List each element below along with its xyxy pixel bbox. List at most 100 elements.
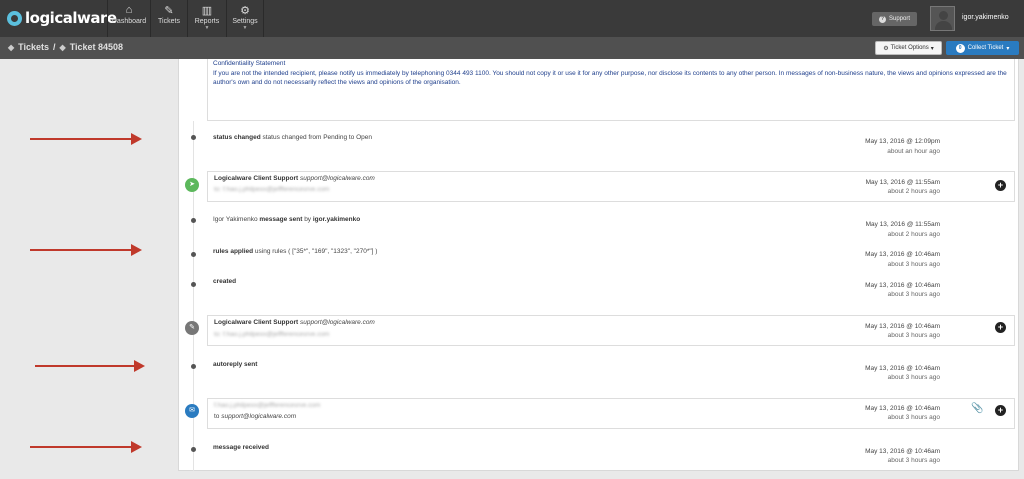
gear-icon: ⚙ xyxy=(883,45,889,52)
event-time: May 13, 2016 @ 12:09pm xyxy=(865,138,940,145)
home-icon: ⌂ xyxy=(125,4,133,16)
nav-divider xyxy=(263,0,264,37)
nav-tickets[interactable]: ✎ Tickets xyxy=(151,0,187,37)
collect-count-badge: 0 xyxy=(955,43,965,53)
event-ago: about 3 hours ago xyxy=(887,457,940,464)
expand-plus-icon[interactable]: + xyxy=(995,180,1006,191)
collect-ticket-label: Collect Ticket xyxy=(967,45,1004,51)
event-action: autoreply sent xyxy=(213,361,258,368)
arrow-annotation xyxy=(30,133,142,145)
chevron-down-icon: ▾ xyxy=(930,45,934,52)
event-time: May 13, 2016 @ 11:55am xyxy=(865,221,940,228)
breadcrumb-bar: ◆ Tickets / ◆ Ticket 84508 xyxy=(0,37,1024,59)
support-button[interactable]: ? Support xyxy=(872,12,917,26)
event-by: by xyxy=(304,216,312,223)
event-action: status changed xyxy=(213,134,261,141)
event-time: May 13, 2016 @ 10:46am xyxy=(865,323,940,330)
timeline-dot xyxy=(191,447,196,452)
email-to: to: f.hao.j.philpexx@jeffferencesrve.com xyxy=(214,331,330,338)
email-body: Confidentiality Statement If you are not… xyxy=(207,59,1015,121)
event-rules-applied: rules applied using rules ( ["35*", "169… xyxy=(213,248,377,255)
ticket-options-label: Ticket Options xyxy=(890,45,929,51)
event-time: May 13, 2016 @ 10:46am xyxy=(865,448,940,455)
event-action: message received xyxy=(213,444,270,451)
nav-dashboard[interactable]: ⌂ Dashboard xyxy=(108,0,150,37)
ticket-options-button[interactable]: ⚙ Ticket Options ▾ xyxy=(875,41,942,55)
email-to: to support@logicalware.com xyxy=(214,413,296,420)
nav-reports[interactable]: ▥ Reports ▼ xyxy=(188,0,226,37)
event-ago: about 3 hours ago xyxy=(887,291,940,298)
breadcrumb-tickets[interactable]: Tickets xyxy=(18,42,49,52)
event-message-sent: Igor Yakimenko message sent by igor.yaki… xyxy=(213,216,360,223)
timeline-dot xyxy=(191,364,196,369)
scroll-gutter xyxy=(1019,59,1024,479)
email-from-address: f.hao.j.philpexx@jeffferencesrve.com xyxy=(214,402,321,409)
event-action: message sent xyxy=(259,216,303,223)
avatar-body xyxy=(935,21,952,30)
collect-ticket-button[interactable]: 0 Collect Ticket ▾ xyxy=(946,41,1019,55)
support-label: Support xyxy=(888,16,910,22)
email-from: Logicalware Client Support support@logic… xyxy=(214,175,375,182)
timeline-line xyxy=(193,121,194,471)
event-created: created xyxy=(213,278,236,285)
event-detail: using rules ( ["35*", "169", "1323", "27… xyxy=(254,248,378,255)
tag-icon: ◆ xyxy=(59,42,66,52)
confidentiality-heading: Confidentiality Statement xyxy=(213,60,286,67)
breadcrumb-ticket: Ticket 84508 xyxy=(69,42,124,52)
username[interactable]: igor.yakimenko xyxy=(962,14,1009,21)
email-from-name: Logicalware Client Support xyxy=(214,175,299,182)
logo-icon xyxy=(7,10,22,26)
timeline-dot xyxy=(191,218,196,223)
email-from-name: Logicalware Client Support xyxy=(214,319,299,326)
expand-plus-icon[interactable]: + xyxy=(995,405,1006,416)
avatar[interactable] xyxy=(930,6,955,31)
event-ago: about an hour ago xyxy=(887,148,940,155)
event-action: created xyxy=(213,278,237,285)
event-ago: about 3 hours ago xyxy=(887,332,940,339)
nav-dashboard-label: Dashboard xyxy=(111,18,147,25)
timeline-dot xyxy=(191,282,196,287)
event-by-user: igor.yakimenko xyxy=(312,216,361,223)
logo-text: logicalware xyxy=(25,9,117,27)
logo[interactable]: logicalware xyxy=(7,9,117,27)
tag-icon: ◆ xyxy=(8,42,15,52)
email-to-address: support@logicalware.com xyxy=(221,413,297,420)
email-from: Logicalware Client Support support@logic… xyxy=(214,319,375,326)
avatar-head xyxy=(939,11,948,20)
timeline-dot xyxy=(191,135,196,140)
event-ago: about 3 hours ago xyxy=(887,374,940,381)
nav-tickets-label: Tickets xyxy=(158,18,180,25)
paperclip-icon[interactable]: 📎 xyxy=(971,403,983,414)
event-ago: about 2 hours ago xyxy=(887,231,940,238)
email-to-prefix: to xyxy=(214,413,220,420)
breadcrumb: ◆ Tickets / ◆ Ticket 84508 xyxy=(8,42,123,52)
arrow-annotation xyxy=(30,244,142,256)
chevron-down-icon: ▼ xyxy=(204,25,210,31)
confidentiality-text: If you are not the intended recipient, p… xyxy=(213,69,1007,87)
event-ago: about 3 hours ago xyxy=(887,414,940,421)
tags-icon: ✎ xyxy=(164,5,174,17)
send-icon: ➤ xyxy=(185,178,199,192)
nav-reports-label: Reports xyxy=(194,18,220,25)
edit-icon: ✎ xyxy=(185,321,199,335)
event-detail: status changed from Pending to Open xyxy=(262,134,373,141)
event-time: May 13, 2016 @ 10:46am xyxy=(865,282,940,289)
nav-settings-label: Settings xyxy=(232,18,258,25)
event-ago: about 2 hours ago xyxy=(887,188,940,195)
event-autoreply-sent: autoreply sent xyxy=(213,361,257,368)
event-status-changed: status changed status changed from Pendi… xyxy=(213,134,372,141)
top-navbar: logicalware ⌂ Dashboard ✎ Tickets ▥ Repo… xyxy=(0,0,1024,37)
chevron-down-icon: ▼ xyxy=(242,25,248,31)
event-time: May 13, 2016 @ 10:46am xyxy=(865,365,940,372)
bar-chart-icon: ▥ xyxy=(201,5,213,17)
expand-plus-icon[interactable]: + xyxy=(995,322,1006,333)
event-ago: about 3 hours ago xyxy=(887,261,940,268)
event-message-received: message received xyxy=(213,444,269,451)
envelope-icon: ✉ xyxy=(185,404,199,418)
event-time: May 13, 2016 @ 10:46am xyxy=(865,405,940,412)
arrow-annotation xyxy=(35,360,145,372)
email-from-address: support@logicalware.com xyxy=(299,319,375,326)
nav-settings[interactable]: ⚙ Settings ▼ xyxy=(227,0,263,37)
email-to: to: f.hao.j.philpexx@jeffferencesrve.com xyxy=(214,186,330,193)
event-time: May 13, 2016 @ 10:46am xyxy=(865,251,940,258)
